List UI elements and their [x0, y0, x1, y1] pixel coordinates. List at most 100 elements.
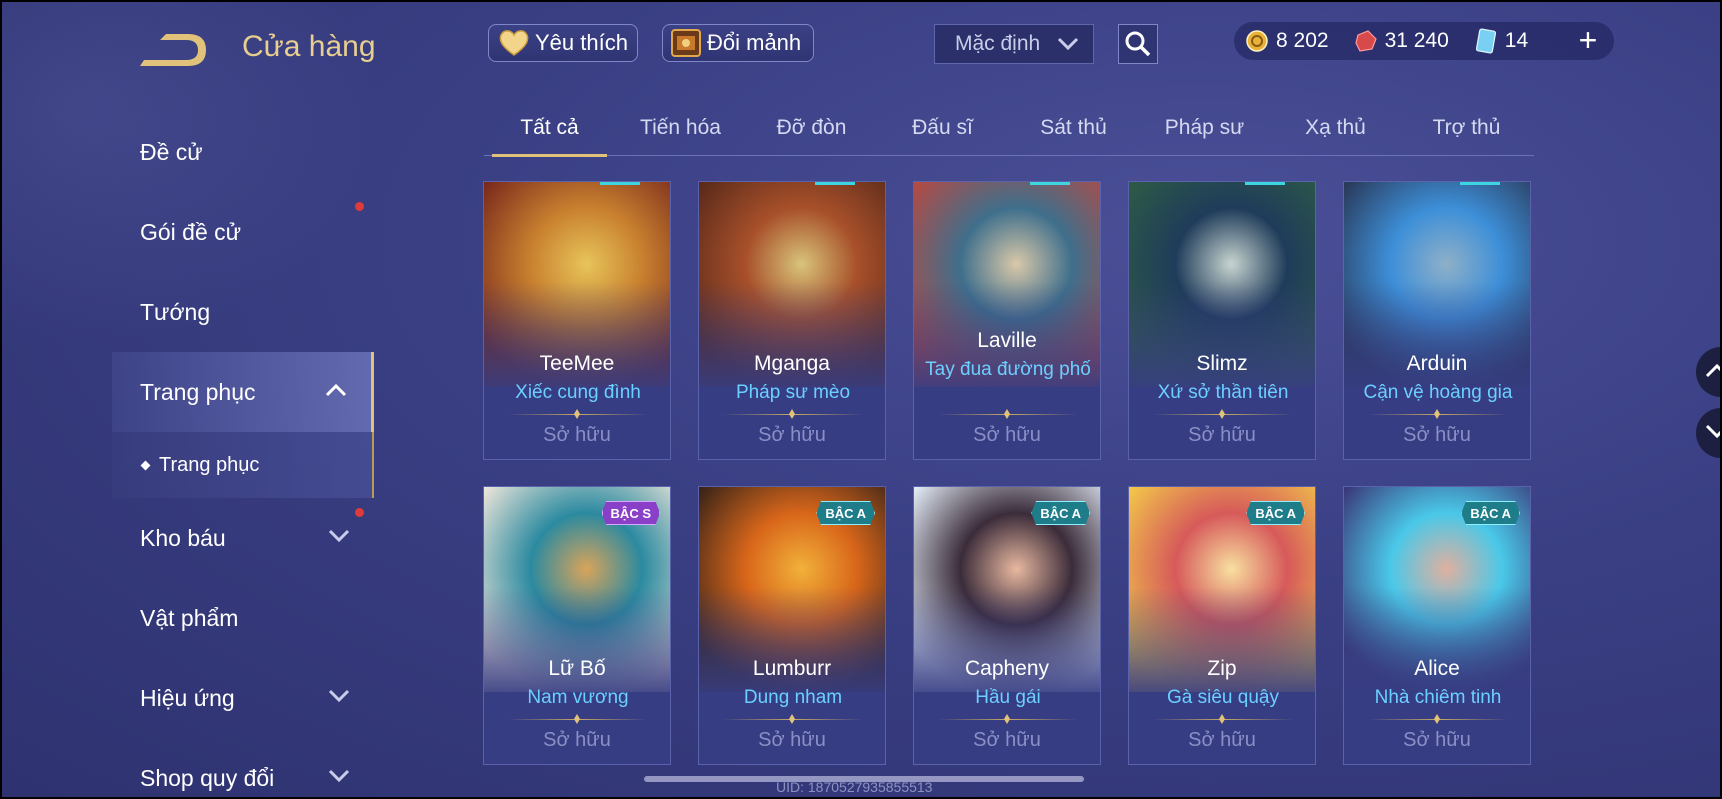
- exchange-label: Đổi mảnh: [707, 30, 802, 55]
- skin-name: Pháp sư mèo: [735, 382, 851, 403]
- back-arrow-icon: [140, 34, 206, 66]
- rank-badge: BẬC A: [1461, 501, 1520, 525]
- rank-badge: BẬC A: [1031, 501, 1090, 525]
- home-indicator[interactable]: [644, 776, 1084, 782]
- skin-name: Xiếc cung đình: [515, 382, 641, 403]
- currency-gold: 8 202: [1244, 28, 1329, 54]
- owned-label: Sở hữu: [758, 729, 826, 751]
- currency-bar: 8 202 31 240 14: [1234, 22, 1614, 60]
- skin-name: Nhà chiêm tinh: [1374, 687, 1502, 708]
- sidebar-subitem-skins[interactable]: Trang phục: [112, 432, 374, 498]
- voucher-amount: 31 240: [1384, 29, 1449, 52]
- chevron-down-icon: [1705, 424, 1720, 439]
- divider-ornament: [1004, 409, 1010, 419]
- skin-name: Nam vương: [527, 687, 629, 708]
- divider-ornament: [1004, 714, 1010, 724]
- hero-name: Zip: [1207, 657, 1237, 680]
- hero-name: Laville: [977, 329, 1037, 352]
- skin-card[interactable]: Mganga Pháp sư mèo Sở hữu: [698, 181, 886, 460]
- chevron-down-icon: [328, 769, 350, 783]
- skin-card[interactable]: Slimz Xứ sở thần tiên Sở hữu: [1128, 181, 1316, 460]
- page-title: Cửa hàng: [242, 30, 376, 63]
- sidebar-item-label: Hiệu ứng: [140, 684, 235, 711]
- hero-name: Mganga: [754, 352, 830, 375]
- sidebar-item-label: Đề cử: [140, 138, 203, 165]
- skin-name: Hầu gái: [975, 687, 1041, 708]
- hero-name: Slimz: [1196, 352, 1248, 375]
- heart-icon: [497, 26, 531, 60]
- chevron-up-icon: [1705, 363, 1720, 378]
- skin-card[interactable]: BẬC A Lumburr Dung nham Sở hữu: [698, 486, 886, 765]
- card-accent: [1245, 182, 1285, 185]
- owned-label: Sở hữu: [973, 729, 1041, 751]
- tab-support[interactable]: Trợ thủ: [1401, 110, 1532, 155]
- bullet-icon: [140, 460, 151, 470]
- skin-card[interactable]: Laville Tay đua đường phố Sở hữu: [913, 181, 1101, 460]
- chevron-down-icon: [328, 529, 350, 543]
- sidebar-item-recommended[interactable]: Đề cử: [112, 112, 374, 192]
- sidebar-item-label: Vật phẩm: [140, 604, 239, 631]
- owned-label: Sở hữu: [543, 424, 611, 446]
- skin-card[interactable]: BẬC A Zip Gà siêu quậy Sở hữu: [1128, 486, 1316, 765]
- notification-dot: [355, 202, 364, 211]
- sidebar-item-items[interactable]: Vật phẩm: [112, 578, 374, 658]
- sidebar-item-label: Trang phục: [140, 378, 256, 405]
- favorite-button[interactable]: Yêu thích: [488, 24, 638, 62]
- sort-value: Mặc định: [955, 32, 1041, 55]
- skin-card[interactable]: Arduin Cận vệ hoàng gia Sở hữu: [1343, 181, 1531, 460]
- skin-name: Dung nham: [743, 687, 843, 708]
- hero-name: TeeMee: [539, 352, 615, 375]
- sidebar-item-exchange-shop[interactable]: Shop quy đổi: [112, 738, 374, 797]
- skin-card[interactable]: BẬC S Lữ Bố Nam vương Sở hữu: [483, 486, 671, 765]
- sidebar-item-label: Shop quy đổi: [140, 764, 275, 791]
- sidebar-item-bundles[interactable]: Gói đề cử: [112, 192, 374, 272]
- rank-badge: BẬC A: [816, 501, 875, 525]
- owned-label: Sở hữu: [1403, 729, 1471, 751]
- gold-amount: 8 202: [1276, 29, 1329, 52]
- rank-badge: BẬC A: [1246, 501, 1305, 525]
- gold-coin-icon: [1244, 28, 1270, 54]
- card-amount: 14: [1504, 29, 1529, 52]
- back-button[interactable]: [140, 30, 212, 70]
- exchange-fragments-button[interactable]: Đổi mảnh: [662, 24, 814, 62]
- sidebar-item-skins[interactable]: Trang phục: [112, 352, 374, 432]
- card-accent: [600, 182, 640, 185]
- currency-voucher: 31 240: [1353, 28, 1449, 54]
- divider-ornament: [1434, 714, 1440, 724]
- owned-label: Sở hữu: [1403, 424, 1471, 446]
- tab-evolution[interactable]: Tiến hóa: [615, 110, 746, 155]
- divider-ornament: [1219, 409, 1225, 419]
- sidebar-item-treasure[interactable]: Kho báu: [112, 498, 374, 578]
- scroll-down-button[interactable]: [1696, 408, 1720, 458]
- role-tabs: Tất cả Tiến hóa Đỡ đòn Đấu sĩ Sát thủ Ph…: [484, 110, 1534, 157]
- hero-name: Capheny: [964, 657, 1050, 680]
- card-accent: [815, 182, 855, 185]
- tab-all[interactable]: Tất cả: [484, 110, 615, 157]
- sort-dropdown[interactable]: Mặc định: [934, 24, 1094, 64]
- skin-card[interactable]: TeeMee Xiếc cung đình Sở hữu: [483, 181, 671, 460]
- voucher-gem-icon: [1353, 28, 1379, 54]
- tab-marksman[interactable]: Xạ thủ: [1270, 110, 1401, 155]
- skin-card[interactable]: BẬC A Capheny Hầu gái Sở hữu: [913, 486, 1101, 765]
- sidebar-item-heroes[interactable]: Tướng: [112, 272, 374, 352]
- sidebar-item-label: Gói đề cử: [140, 218, 242, 245]
- skin-card[interactable]: BẬC A Alice Nhà chiêm tinh Sở hữu: [1343, 486, 1531, 765]
- owned-label: Sở hữu: [1188, 729, 1256, 751]
- scroll-up-button[interactable]: [1696, 347, 1720, 397]
- tab-tank[interactable]: Đỡ đòn: [746, 110, 877, 155]
- divider-ornament: [789, 409, 795, 419]
- game-screen: Cửa hàng Yêu thích Đổi mảnh Mặc định 8 2…: [2, 2, 1720, 797]
- divider-ornament: [574, 409, 580, 419]
- sidebar-item-label: Tướng: [140, 298, 211, 325]
- search-button[interactable]: [1118, 24, 1158, 64]
- treasure-chest-icon: [669, 26, 703, 60]
- add-currency-button[interactable]: +: [1572, 24, 1604, 58]
- tab-fighter[interactable]: Đấu sĩ: [877, 110, 1008, 155]
- divider-ornament: [1434, 409, 1440, 419]
- tab-assassin[interactable]: Sát thủ: [1008, 110, 1139, 155]
- sidebar-item-effects[interactable]: Hiệu ứng: [112, 658, 374, 738]
- owned-label: Sở hữu: [543, 729, 611, 751]
- divider-ornament: [574, 714, 580, 724]
- tab-mage[interactable]: Pháp sư: [1139, 110, 1270, 155]
- currency-card: 14: [1473, 28, 1528, 54]
